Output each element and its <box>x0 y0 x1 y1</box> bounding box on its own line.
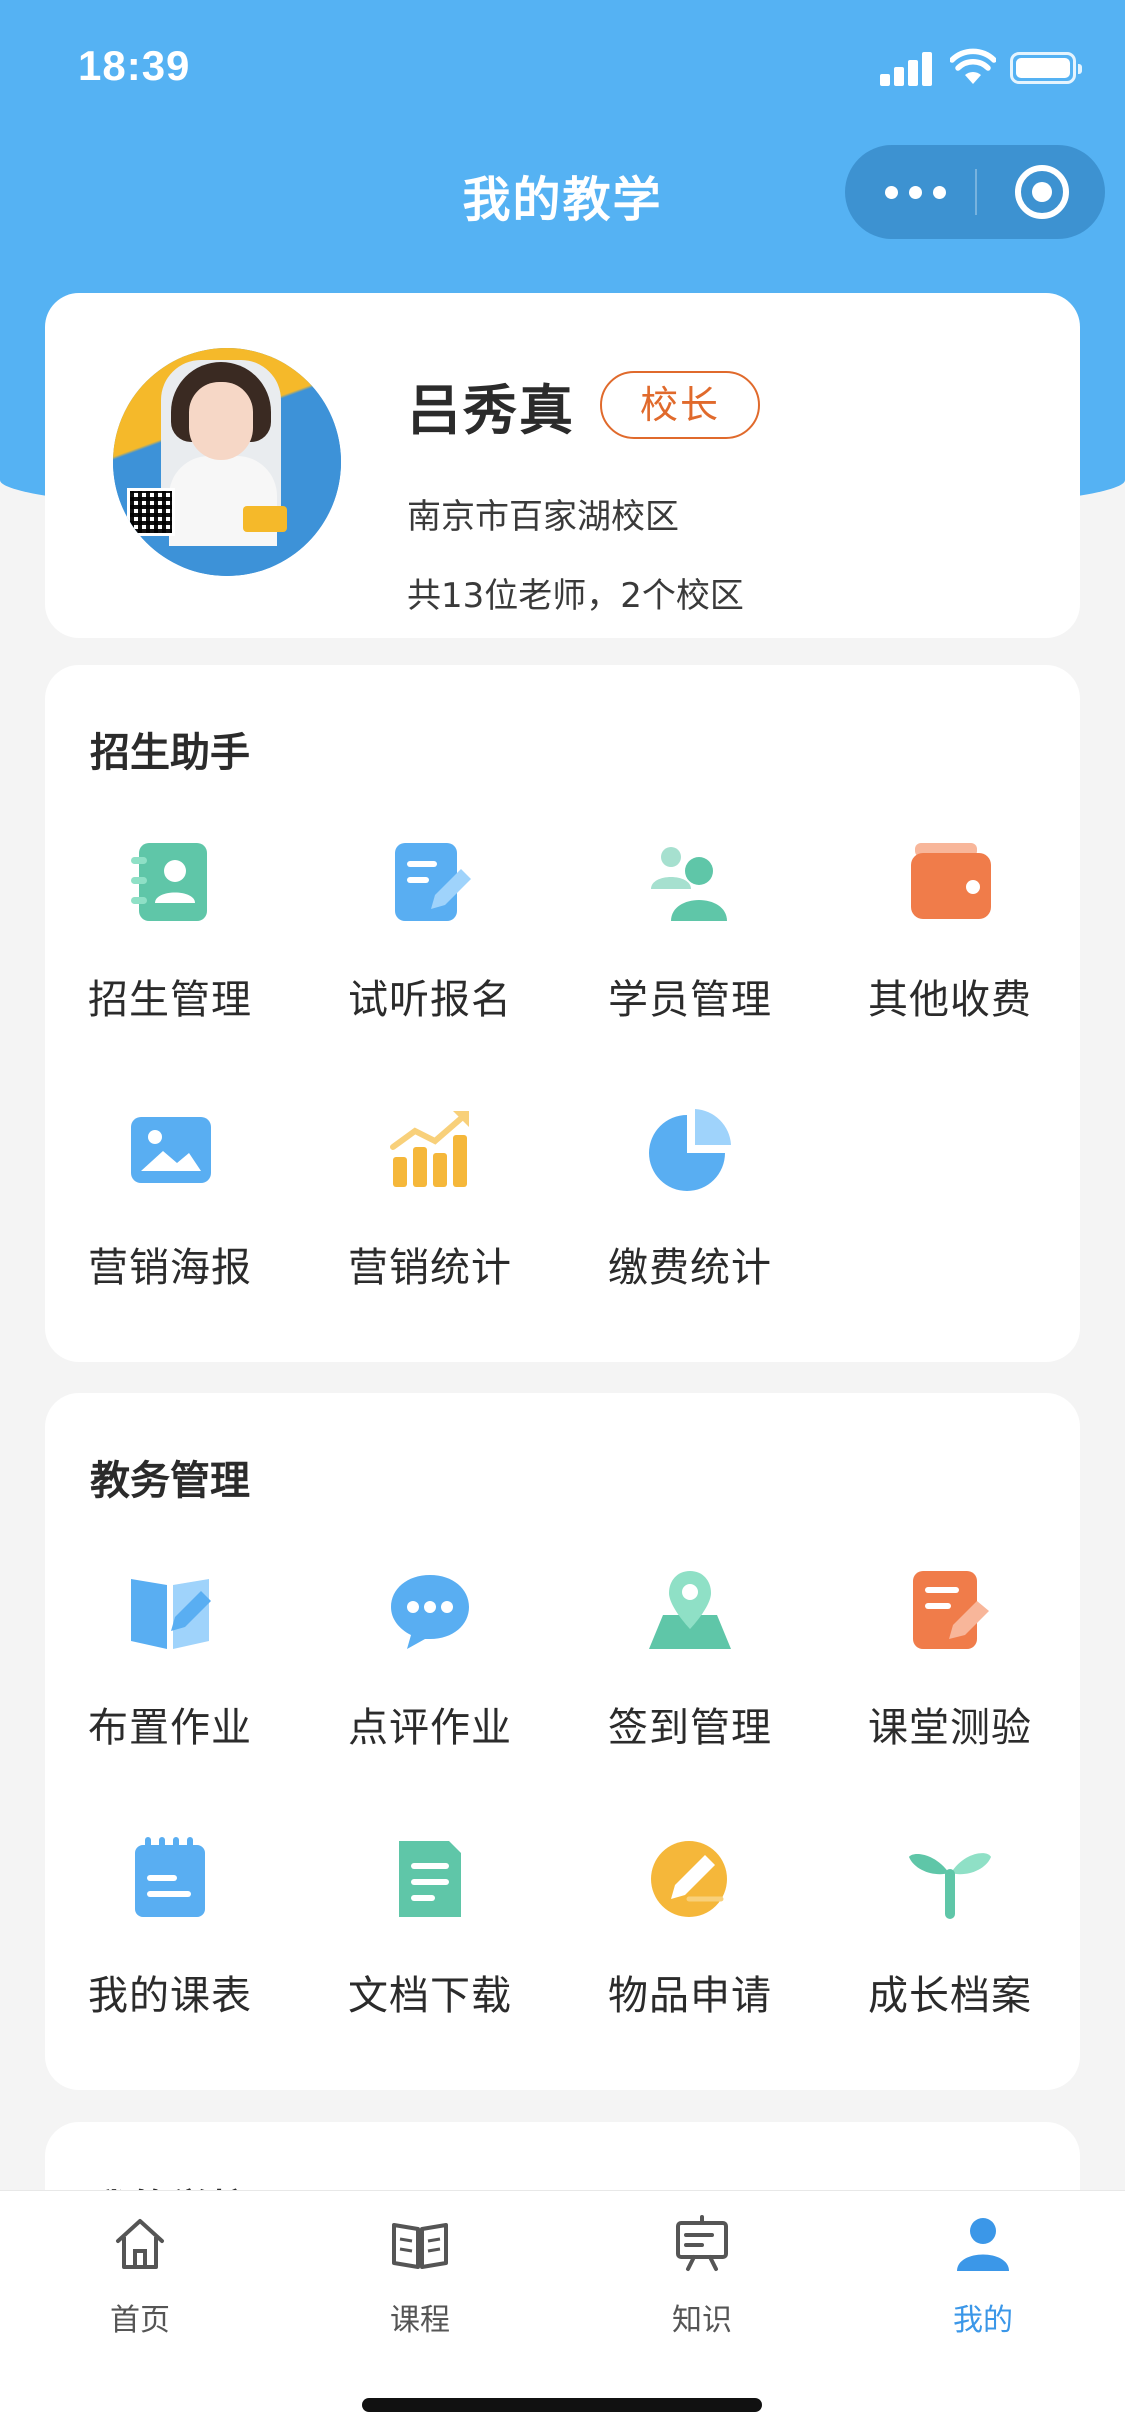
grid-item-marketing-poster[interactable]: 营销海报 <box>45 1105 295 1325</box>
grid-item-class-quiz[interactable]: 课堂测验 <box>825 1565 1075 1785</box>
home-icon <box>116 2219 164 2269</box>
grid-item-my-schedule[interactable]: 我的课表 <box>45 1833 295 2053</box>
close-target-icon[interactable] <box>1015 165 1069 219</box>
grid-item-label: 我的课表 <box>88 1973 252 2019</box>
quiz-note-icon <box>913 1571 989 1649</box>
home-indicator[interactable] <box>362 2398 762 2412</box>
grid-item-other-fees[interactable]: 其他收费 <box>825 837 1075 1057</box>
grid-item-student-management[interactable]: 学员管理 <box>565 837 815 1057</box>
grid-item-label: 课堂测验 <box>868 1705 1032 1751</box>
cellular-signal-icon <box>880 52 934 86</box>
sprout-icon <box>909 1853 991 1919</box>
students-icon <box>651 847 727 921</box>
capsule-divider <box>975 169 977 215</box>
map-pin-icon <box>649 1571 731 1649</box>
academic-section: 教务管理 布置作业 点评作业 签到管理 课堂测验 我的课表 文档下载 物品申请 … <box>45 1393 1080 2090</box>
grid-item-label: 试听报名 <box>348 977 512 1023</box>
grid-item-enrollment-management[interactable]: 招生管理 <box>45 837 295 1057</box>
grid-item-label: 签到管理 <box>608 1705 772 1751</box>
battery-icon <box>1010 52 1082 84</box>
wallet-icon <box>911 843 991 919</box>
tab-label: 我的 <box>953 2303 1013 2338</box>
user-icon <box>957 2218 1009 2271</box>
tab-label: 首页 <box>110 2303 170 2338</box>
tab-courses[interactable]: 课程 <box>350 2213 490 2338</box>
grid-item-label: 文档下载 <box>348 1973 512 2019</box>
grid-item-item-request[interactable]: 物品申请 <box>565 1833 815 2053</box>
tab-mine[interactable]: 我的 <box>913 2213 1053 2338</box>
section-title: 教务管理 <box>90 1458 250 1504</box>
grid-item-review-homework[interactable]: 点评作业 <box>305 1565 555 1785</box>
edit-form-icon <box>395 843 471 921</box>
grid-item-label: 其他收费 <box>868 977 1032 1023</box>
more-icon[interactable] <box>885 180 947 204</box>
qr-code-icon <box>127 488 175 536</box>
miniprogram-capsule <box>845 145 1105 239</box>
grid-item-label: 学员管理 <box>608 977 772 1023</box>
profile-name: 吕秀真 <box>407 379 575 442</box>
grid-item-marketing-stats[interactable]: 营销统计 <box>305 1105 555 1325</box>
enrollment-section: 招生助手 招生管理 试听报名 学员管理 其他收费 营销海报 营销统计 缴费统计 <box>45 665 1080 1362</box>
grid-item-trial-signup[interactable]: 试听报名 <box>305 837 555 1057</box>
profile-card[interactable]: 吕秀真 校长 南京市百家湖校区 共13位老师，2个校区 <box>45 293 1080 638</box>
document-icon <box>399 1841 461 1917</box>
campus-name: 南京市百家湖校区 <box>407 497 679 537</box>
wifi-icon <box>950 48 996 84</box>
grid-item-label: 招生管理 <box>88 977 252 1023</box>
apply-pen-icon <box>651 1841 727 1917</box>
pie-chart-icon <box>649 1109 731 1191</box>
section-title: 招生助手 <box>90 730 250 776</box>
grid-item-label: 物品申请 <box>608 1973 772 2019</box>
grid-item-document-download[interactable]: 文档下载 <box>305 1833 555 2053</box>
status-bar: 18:39 <box>0 0 1125 132</box>
grid-item-label: 点评作业 <box>348 1705 512 1751</box>
contact-card-icon <box>131 843 207 921</box>
presentation-board-icon <box>676 2215 728 2271</box>
book-pen-icon <box>131 1579 211 1649</box>
grid-item-label: 成长档案 <box>868 1973 1032 2019</box>
avatar[interactable] <box>113 348 341 576</box>
image-poster-icon <box>131 1117 211 1183</box>
grid-item-label: 缴费统计 <box>608 1245 772 1291</box>
calendar-icon <box>135 1837 205 1917</box>
bar-trend-icon <box>390 1111 469 1187</box>
grid-item-label: 营销统计 <box>348 1245 512 1291</box>
grid-item-assign-homework[interactable]: 布置作业 <box>45 1565 295 1785</box>
role-badge: 校长 <box>600 371 760 439</box>
tab-label: 课程 <box>390 2303 450 2338</box>
grid-item-growth-archive[interactable]: 成长档案 <box>825 1833 1075 2053</box>
book-icon <box>392 2223 448 2269</box>
tab-knowledge[interactable]: 知识 <box>632 2213 772 2338</box>
grid-item-label: 布置作业 <box>88 1705 252 1751</box>
chat-bubble-icon <box>391 1575 469 1649</box>
grid-item-attendance-management[interactable]: 签到管理 <box>565 1565 815 1785</box>
grid-item-payment-stats[interactable]: 缴费统计 <box>565 1105 815 1325</box>
grid-item-label: 营销海报 <box>88 1245 252 1291</box>
tab-label: 知识 <box>672 2303 732 2338</box>
status-time: 18:39 <box>78 42 191 89</box>
teacher-campus-summary: 共13位老师，2个校区 <box>407 576 744 616</box>
tab-home[interactable]: 首页 <box>70 2213 210 2338</box>
